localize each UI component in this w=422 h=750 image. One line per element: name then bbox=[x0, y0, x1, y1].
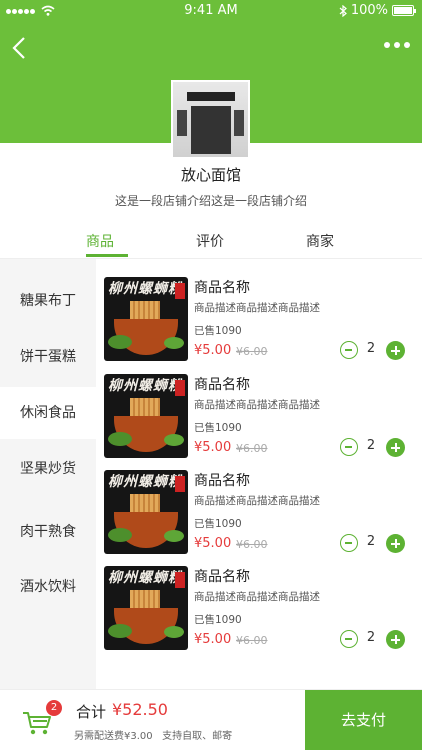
battery-icon bbox=[392, 5, 416, 16]
product-image: 柳州螺蛳粉 bbox=[104, 566, 188, 650]
category-item-nuts[interactable]: 坚果炒货 bbox=[0, 443, 96, 495]
decrease-quantity-button[interactable] bbox=[340, 534, 358, 552]
more-dot-icon bbox=[384, 42, 390, 48]
cart-bar: 2 合计 ¥52.50 另需配送费¥3.00 支持自取、邮寄 去支付 bbox=[0, 689, 422, 750]
product-desc: 商品描述商品描述商品描述 bbox=[194, 495, 320, 507]
product-price: ¥5.00 bbox=[194, 343, 232, 358]
product-original-price: ¥6.00 bbox=[236, 345, 268, 358]
category-item-candy[interactable]: 糖果布丁 bbox=[0, 275, 96, 327]
quantity-value: 2 bbox=[366, 630, 376, 645]
product-desc: 商品描述商品描述商品描述 bbox=[194, 399, 320, 411]
battery-percent: 100% bbox=[350, 3, 388, 18]
category-item-biscuits[interactable]: 饼干蛋糕 bbox=[0, 331, 96, 383]
cart-icon bbox=[23, 712, 51, 735]
product-item[interactable]: 柳州螺蛳粉 商品名称 商品描述商品描述商品描述 已售1090 ¥5.00 ¥6.… bbox=[104, 566, 412, 652]
category-item-drinks[interactable]: 酒水饮料 bbox=[0, 561, 96, 613]
product-item[interactable]: 柳州螺蛳粉 商品名称 商品描述商品描述商品描述 已售1090 ¥5.00 ¥6.… bbox=[104, 374, 412, 460]
product-item[interactable]: 柳州螺蛳粉 商品名称 商品描述商品描述商品描述 已售1090 ¥5.00 ¥6.… bbox=[104, 277, 412, 363]
quantity-value: 2 bbox=[366, 341, 376, 356]
shop-intro: 这是一段店铺介绍这是一段店铺介绍 bbox=[114, 194, 307, 208]
cart-button[interactable] bbox=[22, 710, 52, 736]
tab-merchant[interactable]: 商家 bbox=[306, 231, 334, 251]
product-price: ¥5.00 bbox=[194, 632, 232, 647]
product-sold: 已售1090 bbox=[194, 614, 242, 626]
total-amount: ¥52.50 bbox=[112, 700, 168, 719]
tab-reviews[interactable]: 评价 bbox=[196, 231, 224, 251]
decrease-quantity-button[interactable] bbox=[340, 630, 358, 648]
decrease-quantity-button[interactable] bbox=[340, 438, 358, 456]
product-image: 柳州螺蛳粉 bbox=[104, 277, 188, 361]
product-image-text: 柳州螺蛳粉 bbox=[108, 570, 183, 586]
back-button[interactable] bbox=[10, 36, 30, 60]
more-dot-icon bbox=[394, 42, 400, 48]
product-image: 柳州螺蛳粉 bbox=[104, 374, 188, 458]
chevron-left-icon bbox=[12, 37, 25, 59]
shop-name: 放心面馆 bbox=[180, 166, 241, 184]
product-sold: 已售1090 bbox=[194, 518, 242, 530]
product-image-text: 柳州螺蛳粉 bbox=[108, 474, 183, 490]
product-name: 商品名称 bbox=[194, 280, 250, 296]
product-image-text: 柳州螺蛳粉 bbox=[108, 378, 183, 394]
status-right: 100% bbox=[339, 3, 416, 18]
product-price: ¥5.00 bbox=[194, 536, 232, 551]
pay-button[interactable]: 去支付 bbox=[305, 690, 422, 750]
increase-quantity-button[interactable] bbox=[386, 438, 405, 457]
product-desc: 商品描述商品描述商品描述 bbox=[194, 302, 320, 314]
product-desc: 商品描述商品描述商品描述 bbox=[194, 591, 320, 603]
tab-products[interactable]: 商品 bbox=[86, 231, 114, 251]
increase-quantity-button[interactable] bbox=[386, 534, 405, 553]
quantity-value: 2 bbox=[366, 438, 376, 453]
more-button[interactable] bbox=[384, 42, 410, 52]
decrease-quantity-button[interactable] bbox=[340, 341, 358, 359]
category-item-snacks[interactable]: 休闲食品 bbox=[0, 387, 96, 439]
category-sidebar: 糖果布丁 饼干蛋糕 休闲食品 坚果炒货 肉干熟食 酒水饮料 bbox=[0, 259, 96, 690]
tab-bar: 商品 评价 商家 bbox=[0, 227, 422, 259]
product-image-text: 柳州螺蛳粉 bbox=[108, 281, 183, 297]
more-dot-icon bbox=[404, 42, 410, 48]
increase-quantity-button[interactable] bbox=[386, 341, 405, 360]
increase-quantity-button[interactable] bbox=[386, 630, 405, 649]
cart-count-badge: 2 bbox=[46, 700, 62, 716]
shop-photo bbox=[171, 80, 250, 159]
status-bar: 9:41 AM 100% bbox=[0, 0, 422, 22]
tab-active-indicator bbox=[86, 254, 128, 257]
quantity-value: 2 bbox=[366, 534, 376, 549]
product-price: ¥5.00 bbox=[194, 440, 232, 455]
delivery-note: 另需配送费¥3.00 支持自取、邮寄 bbox=[74, 731, 233, 742]
total-label: 合计 bbox=[76, 703, 107, 721]
product-original-price: ¥6.00 bbox=[236, 442, 268, 455]
product-image: 柳州螺蛳粉 bbox=[104, 470, 188, 554]
product-original-price: ¥6.00 bbox=[236, 538, 268, 551]
product-sold: 已售1090 bbox=[194, 422, 242, 434]
product-name: 商品名称 bbox=[194, 569, 250, 585]
product-sold: 已售1090 bbox=[194, 325, 242, 337]
product-item[interactable]: 柳州螺蛳粉 商品名称 商品描述商品描述商品描述 已售1090 ¥5.00 ¥6.… bbox=[104, 470, 412, 556]
product-original-price: ¥6.00 bbox=[236, 634, 268, 647]
product-name: 商品名称 bbox=[194, 473, 250, 489]
category-item-meat[interactable]: 肉干熟食 bbox=[0, 506, 96, 558]
bluetooth-icon bbox=[339, 4, 347, 17]
product-name: 商品名称 bbox=[194, 377, 250, 393]
